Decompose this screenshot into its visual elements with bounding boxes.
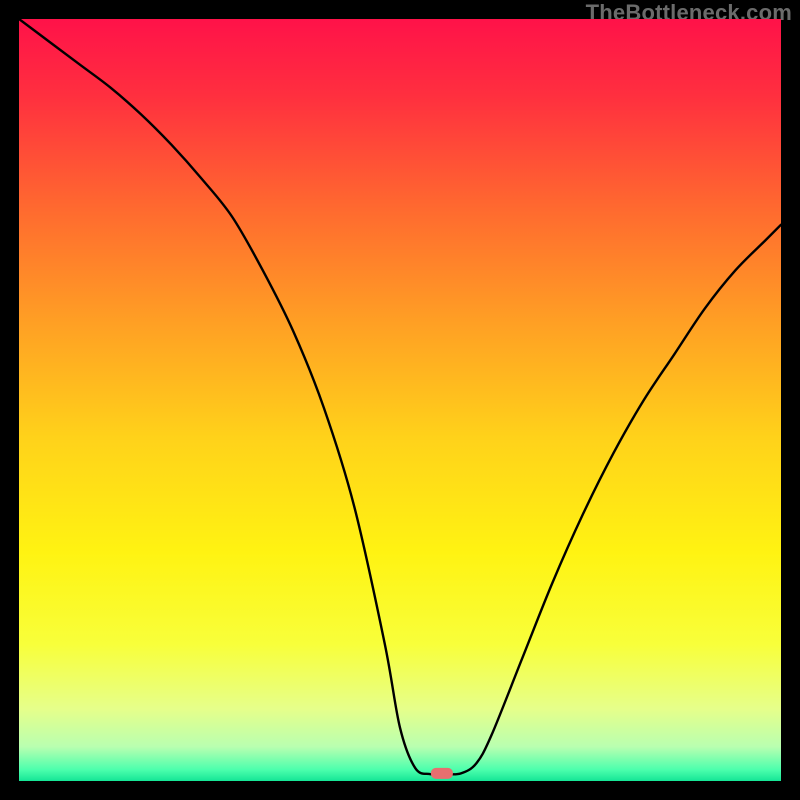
optimal-marker: [431, 768, 453, 779]
gradient-background: [19, 19, 781, 781]
chart-svg: [19, 19, 781, 781]
chart-frame: TheBottleneck.com: [0, 0, 800, 800]
plot-area: [19, 19, 781, 781]
